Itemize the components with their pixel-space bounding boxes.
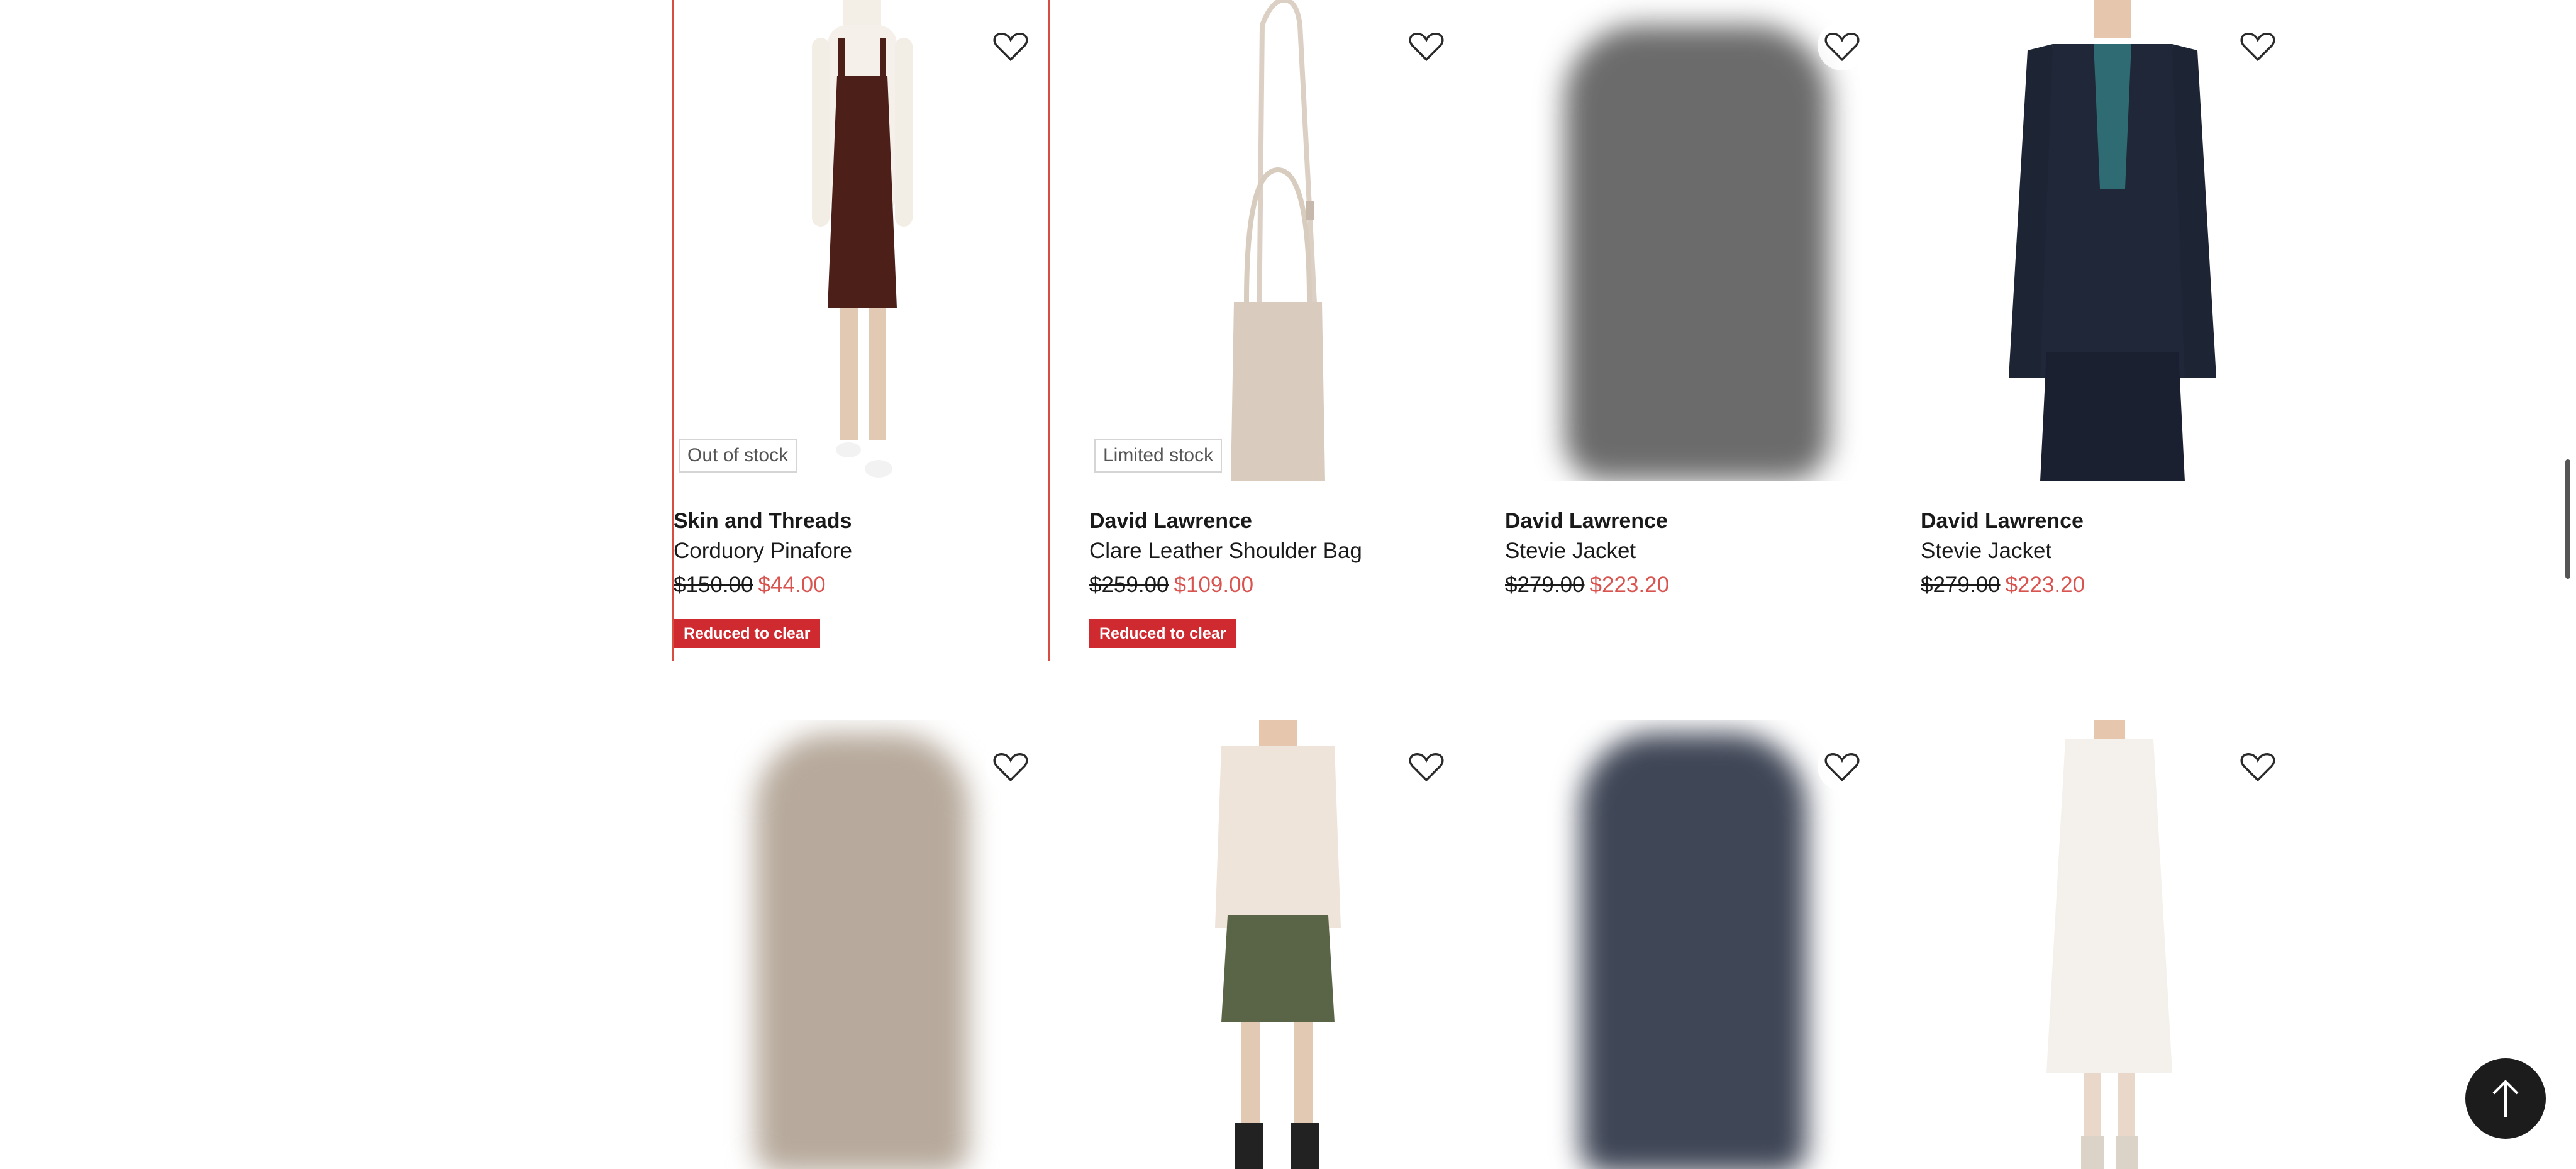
product-brand[interactable]: David Lawrence [1921, 508, 2084, 534]
page-scrollbar[interactable] [2565, 459, 2570, 579]
sale-price: $223.20 [1589, 573, 1670, 597]
product-image[interactable] [1505, 0, 1879, 481]
product-price: $279.00 $223.20 [1505, 572, 1669, 598]
product-name[interactable]: Clare Leather Shoulder Bag [1089, 538, 1362, 564]
back-to-top-button[interactable] [2465, 1058, 2546, 1139]
product-brand[interactable]: David Lawrence [1089, 508, 1252, 534]
product-name[interactable]: Stevie Jacket [1921, 538, 2051, 564]
wishlist-heart-icon[interactable] [986, 742, 1035, 791]
stock-label: Limited stock [1094, 439, 1223, 473]
original-price: $259.00 [1089, 573, 1169, 597]
product-image[interactable] [674, 720, 1048, 1169]
wishlist-heart-icon[interactable] [986, 21, 1035, 70]
product-grid: Out of stock Skin and Threads Corduory P… [0, 0, 2576, 1169]
product-image[interactable] [1089, 720, 1463, 1169]
wishlist-heart-icon[interactable] [2233, 21, 2282, 70]
sale-price: $109.00 [1174, 573, 1254, 597]
reduced-to-clear-badge: Reduced to clear [1089, 619, 1236, 648]
wishlist-heart-icon[interactable] [1818, 742, 1867, 791]
stock-label: Out of stock [679, 439, 797, 473]
arrow-up-icon [2492, 1080, 2519, 1117]
sale-price: $223.20 [2005, 573, 2085, 597]
wishlist-heart-icon[interactable] [2233, 742, 2282, 791]
product-price: $279.00 $223.20 [1921, 572, 2085, 598]
product-name[interactable]: Stevie Jacket [1505, 538, 1636, 564]
product-brand[interactable]: Skin and Threads [674, 508, 852, 534]
original-price: $279.00 [1505, 573, 1585, 597]
product-brand[interactable]: David Lawrence [1505, 508, 1668, 534]
wishlist-heart-icon[interactable] [1402, 742, 1451, 791]
original-price: $279.00 [1921, 573, 2001, 597]
product-image[interactable] [1921, 0, 2295, 481]
wishlist-heart-icon[interactable] [1818, 21, 1867, 70]
product-image[interactable] [1505, 720, 1879, 1169]
product-image[interactable]: Out of stock [674, 0, 1048, 481]
wishlist-heart-icon[interactable] [1402, 21, 1451, 70]
sale-price: $44.00 [758, 573, 826, 597]
product-image[interactable]: Limited stock [1089, 0, 1463, 481]
product-price: $259.00 $109.00 [1089, 572, 1253, 598]
product-image[interactable] [1921, 720, 2295, 1169]
reduced-to-clear-badge: Reduced to clear [674, 619, 821, 648]
product-name[interactable]: Corduory Pinafore [674, 538, 852, 564]
original-price: $150.00 [674, 573, 753, 597]
product-price: $150.00 $44.00 [674, 572, 826, 598]
